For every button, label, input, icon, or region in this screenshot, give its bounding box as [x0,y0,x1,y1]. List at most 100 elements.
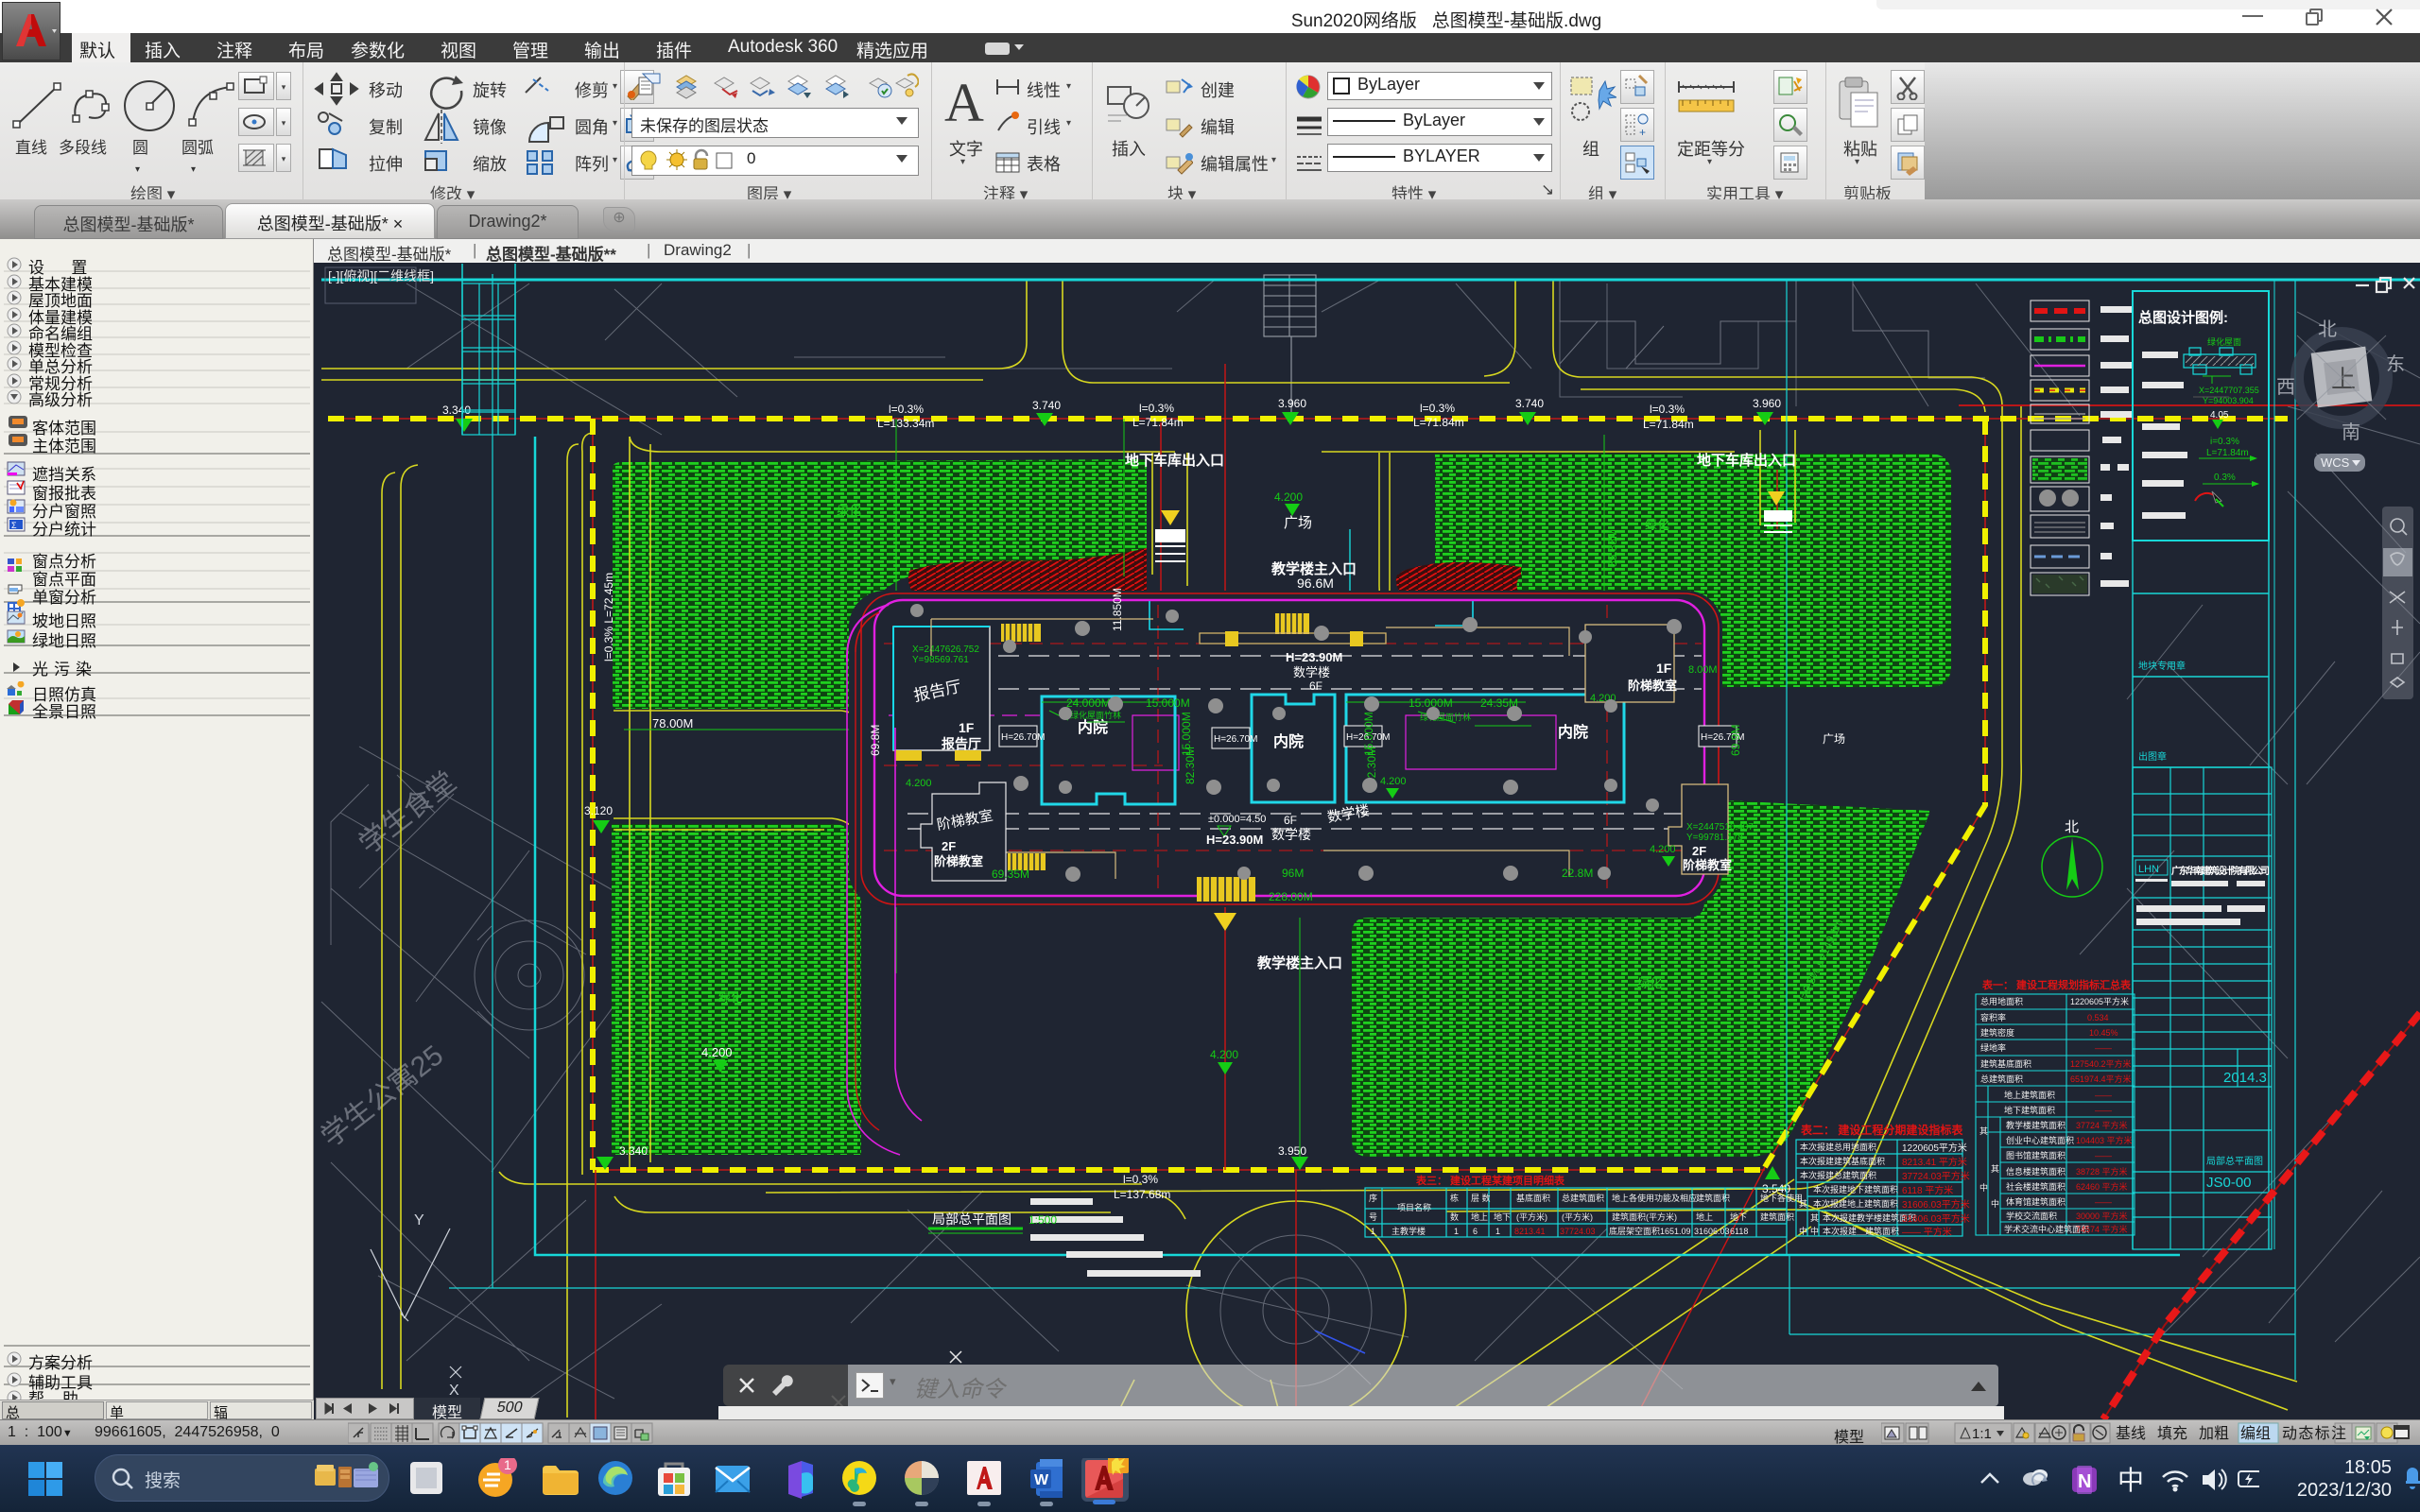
svg-text:6F: 6F [1284,814,1297,827]
svg-text:1: 1 [1495,1227,1500,1236]
svg-text:广东华南建筑设计院有限公司: 广东华南建筑设计院有限公司 [2171,865,2270,877]
svg-text:信息楼建筑面积: 信息楼建筑面积 [2006,1166,2066,1177]
svg-text:南: 南 [2342,421,2360,443]
svg-text:8213.41 平方米: 8213.41 平方米 [1902,1156,1967,1168]
svg-text:3.950: 3.950 [1278,1144,1306,1158]
svg-text:阶梯教室: 阶梯教室 [1628,679,1677,693]
svg-text:数学楼: 数学楼 [1293,665,1330,679]
svg-text:104403 平方米: 104403 平方米 [2076,1135,2133,1145]
svg-text:0.534: 0.534 [2087,1013,2109,1022]
svg-text:1: 1 [1371,1227,1375,1236]
svg-text:l=0.3% L=72.45m: l=0.3% L=72.45m [602,573,615,662]
svg-text:3.740: 3.740 [1032,399,1061,412]
svg-text:绿化: 绿化 [837,504,861,518]
svg-text:8.00M: 8.00M [1688,664,1718,676]
svg-text:1: 1 [1454,1227,1459,1236]
svg-text:——: —— [2095,1106,2112,1115]
svg-text:Y=98569.761: Y=98569.761 [912,655,969,665]
svg-text:地下各使用: 地下各使用 [1760,1193,1803,1203]
svg-text:教学楼建筑面积: 教学楼建筑面积 [2006,1120,2066,1130]
svg-text:6118: 6118 [1730,1227,1748,1236]
svg-text:数: 数 [1450,1211,1459,1222]
svg-text:127540.2平方米: 127540.2平方米 [2070,1058,2132,1069]
svg-text:l=0.3%: l=0.3% [1139,402,1174,415]
svg-text:地下: 地下 [1730,1211,1747,1222]
svg-text:建筑面积(平方米): 建筑面积(平方米) [1612,1211,1677,1222]
svg-text:(平方米): (平方米) [1562,1211,1593,1222]
svg-text:编组: 编组 [2240,1425,2271,1442]
svg-text:10.45%: 10.45% [2089,1028,2118,1038]
svg-text:L=71.84m: L=71.84m [2206,448,2249,458]
svg-text:本次报建总用地面积: 本次报建总用地面积 [1800,1142,1876,1152]
svg-text:74574 平方米: 74574 平方米 [2076,1224,2128,1234]
svg-text:4.05: 4.05 [2210,410,2229,421]
svg-text:绿化: 绿化 [718,990,743,1005]
svg-text:栋: 栋 [1450,1193,1459,1203]
svg-text:15.000M: 15.000M [1180,712,1193,756]
svg-text:31606.03平方米: 31606.03平方米 [1902,1198,1970,1211]
svg-text:38728 平方米: 38728 平方米 [2076,1166,2128,1177]
svg-text:——: —— [2095,1043,2112,1053]
svg-text:1: 1 [504,1458,511,1472]
svg-text:3.120: 3.120 [584,804,613,817]
svg-text:序: 序 [1369,1193,1377,1203]
svg-text:局部总平面图: 局部总平面图 [2206,1155,2263,1167]
svg-text:6118 平方米: 6118 平方米 [1902,1184,1953,1196]
svg-text:L=71.84m: L=71.84m [1132,416,1184,429]
svg-text:i=0.3%: i=0.3% [2210,437,2239,447]
svg-text:15.000M: 15.000M [1362,712,1375,756]
svg-text:图书馆建筑面积: 图书馆建筑面积 [2006,1150,2066,1160]
svg-text:4.200: 4.200 [701,1045,733,1059]
svg-text:8213.41: 8213.41 [1514,1227,1546,1236]
svg-text:动态标注: 动态标注 [2282,1425,2346,1442]
svg-text:填充: 填充 [2157,1425,2187,1442]
svg-text:总图设计图例:: 总图设计图例: [2138,309,2228,326]
svg-text:4.200: 4.200 [1650,844,1676,855]
svg-text:基底面积: 基底面积 [1516,1193,1550,1203]
svg-text:地下: 地下 [1494,1211,1511,1222]
svg-text:底层架空面积1651.09: 底层架空面积1651.09 [1609,1226,1691,1236]
svg-text:表二： 建设工程分期建设指标表: 表二： 建设工程分期建设指标表 [1800,1123,1963,1137]
svg-text:N: N [2078,1471,2091,1492]
svg-text:绿化屋面: 绿化屋面 [2207,336,2241,347]
svg-text:96.6M: 96.6M [1297,576,1334,591]
svg-text:社会楼建筑面积: 社会楼建筑面积 [2006,1181,2066,1192]
svg-text:X=2447516.437: X=2447516.437 [1686,822,1754,833]
svg-text:37724.03: 37724.03 [1560,1227,1596,1236]
svg-text:l=0.3%: l=0.3% [1650,403,1685,416]
svg-text:78.00M: 78.00M [652,716,693,730]
svg-text:中: 中 [1991,1198,1999,1209]
svg-text:地下车库出入口: 地下车库出入口 [1125,452,1224,469]
svg-text:体育馆建筑面积: 体育馆建筑面积 [2006,1196,2066,1207]
svg-text:WCS: WCS [2321,455,2350,470]
svg-text:Y=99781.178: Y=99781.178 [1686,833,1743,843]
svg-text:中: 中 [1810,1226,1819,1236]
svg-text:阶梯教室: 阶梯教室 [1683,858,1732,872]
svg-text:本次报建地下建筑面积: 本次报建地下建筑面积 [1813,1184,1898,1194]
svg-text:建筑密度: 建筑密度 [1980,1027,2014,1038]
svg-text:1:1: 1:1 [1972,1426,1992,1442]
svg-text:地上: 地上 [1696,1211,1713,1222]
svg-text:加粗: 加粗 [2199,1425,2229,1442]
svg-text:容积率: 容积率 [1980,1012,2006,1022]
svg-text:地下车库出入口: 地下车库出入口 [1697,452,1796,469]
svg-text:31606.03: 31606.03 [1694,1227,1730,1236]
svg-text:地上: 地上 [1471,1211,1488,1222]
svg-text:15.000M: 15.000M [1146,696,1190,710]
svg-text:L=71.84m: L=71.84m [1413,416,1464,429]
svg-text:1220605平方米: 1220605平方米 [2070,996,2129,1006]
svg-text:层 数: 层 数 [1471,1193,1491,1203]
svg-text:3.340: 3.340 [619,1144,648,1158]
svg-text:数学楼: 数学楼 [1271,827,1311,842]
svg-text:绿地率: 绿地率 [1980,1042,2006,1053]
svg-text:3.740: 3.740 [1515,397,1544,410]
svg-text:l=0.3%: l=0.3% [889,403,924,416]
svg-text:中: 中 [2118,1466,2144,1495]
svg-text:3.960: 3.960 [1753,397,1781,410]
svg-text:基线: 基线 [2116,1425,2146,1442]
svg-text:±0.000=4.50: ±0.000=4.50 [1208,814,1266,825]
svg-text:建筑面积: 建筑面积 [1760,1211,1794,1222]
svg-text:本次报建＿建筑面积: 本次报建＿建筑面积 [1823,1226,1899,1236]
svg-text:22.8M: 22.8M [1562,867,1593,880]
svg-text:内院: 内院 [1273,732,1304,750]
